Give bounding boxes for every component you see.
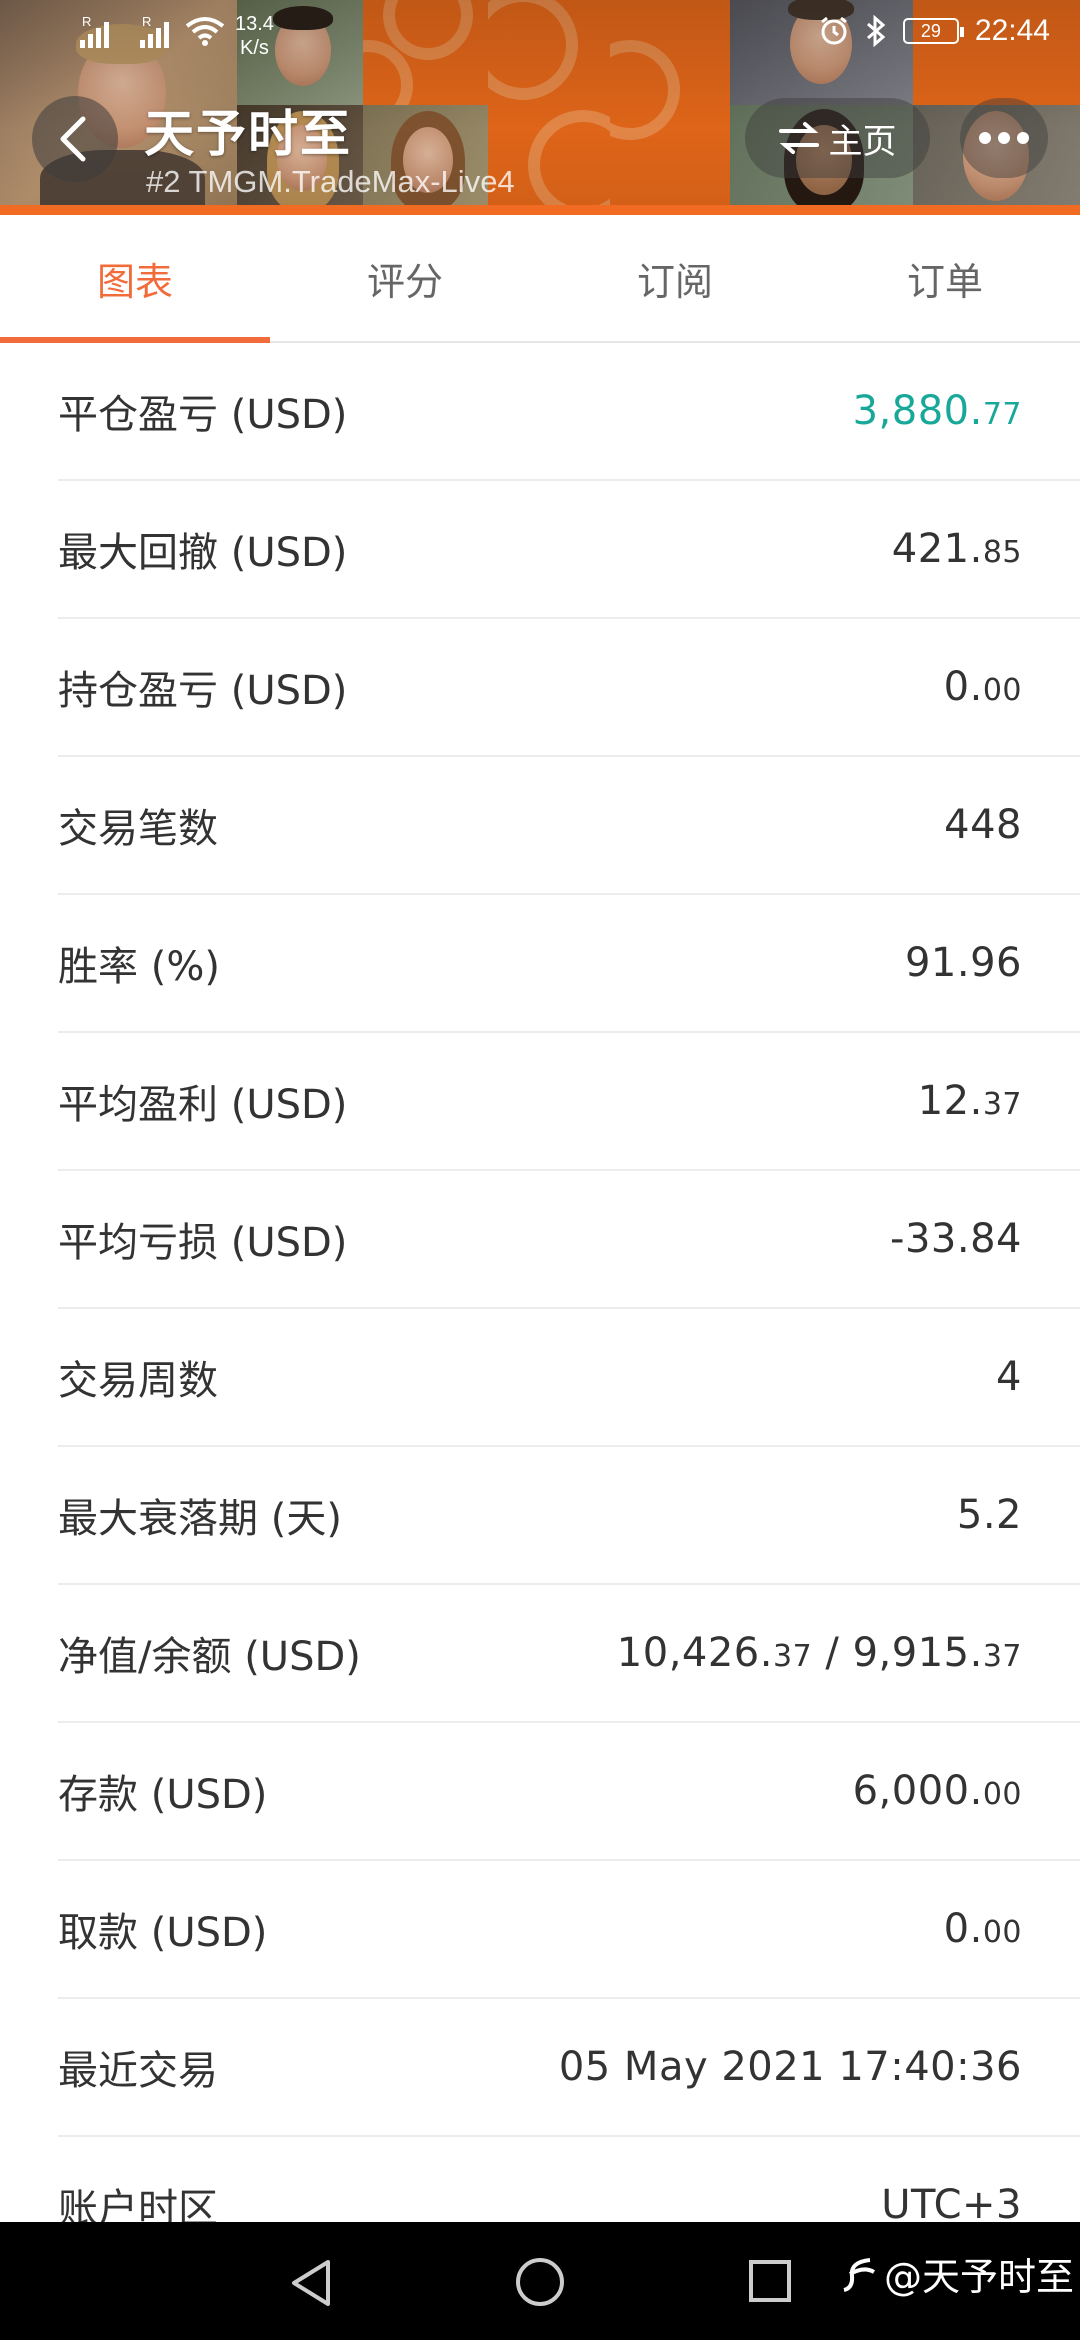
wifi-icon bbox=[185, 17, 225, 46]
stat-row-win-rate: 胜率 (%) 91.96 bbox=[58, 895, 1080, 1033]
stat-label: 最近交易 bbox=[58, 2048, 218, 2094]
cell-signal-icon: R bbox=[140, 14, 169, 48]
tab-chart[interactable]: 图表 bbox=[0, 215, 270, 343]
stat-value: 12.37 bbox=[917, 1078, 1022, 1124]
stat-row-closed-pnl: 平仓盈亏 (USD) 3,880.77 bbox=[58, 343, 1080, 481]
stat-value: 6,000.00 bbox=[852, 1768, 1022, 1814]
stat-label: 胜率 (%) bbox=[58, 944, 220, 990]
stat-label: 交易笔数 bbox=[58, 806, 218, 852]
stat-row-trade-count: 交易笔数 448 bbox=[58, 757, 1080, 895]
stat-row-open-pnl: 持仓盈亏 (USD) 0.00 bbox=[58, 619, 1080, 757]
stat-value: 448 bbox=[944, 802, 1022, 848]
page-title: 天予时至 bbox=[144, 105, 352, 163]
alarm-icon bbox=[820, 16, 847, 45]
tab-bar: 图表 评分 订阅 订单 bbox=[0, 215, 1080, 343]
more-options-button[interactable] bbox=[960, 98, 1048, 178]
back-arrow-icon bbox=[60, 116, 86, 162]
platform-logo-icon bbox=[843, 2257, 876, 2292]
stat-row-withdrawal: 取款 (USD) 0.00 bbox=[58, 1861, 1080, 1999]
stat-value: 5.2 bbox=[956, 1492, 1022, 1538]
stat-label: 平均亏损 (USD) bbox=[58, 1220, 348, 1266]
nav-recents-icon[interactable] bbox=[749, 2260, 791, 2302]
account-subtitle: #2 TMGM.TradeMax-Live4 bbox=[146, 164, 515, 199]
stat-label: 最大衰落期 (天) bbox=[58, 1496, 342, 1542]
stat-row-deposit: 存款 (USD) 6,000.00 bbox=[58, 1723, 1080, 1861]
system-navigation-bar: @天予时至 bbox=[0, 2222, 1080, 2340]
stat-label: 平均盈利 (USD) bbox=[58, 1082, 348, 1128]
nav-back-icon[interactable] bbox=[288, 2258, 334, 2308]
stat-row-last-trade: 最近交易 05 May 2021 17:40:36 bbox=[58, 1999, 1080, 2137]
stat-label: 平仓盈亏 (USD) bbox=[58, 392, 348, 438]
stat-value: 91.96 bbox=[904, 940, 1022, 986]
status-bar: R R 13.4 K/s 29 22:44 bbox=[0, 0, 1080, 70]
tab-subscribe[interactable]: 订阅 bbox=[540, 215, 810, 341]
tab-rating[interactable]: 评分 bbox=[270, 215, 540, 341]
stat-row-max-drawdown: 最大回撤 (USD) 421.85 bbox=[58, 481, 1080, 619]
stat-value: 3,880.77 bbox=[852, 388, 1022, 434]
stat-value: 4 bbox=[996, 1354, 1022, 1400]
stat-row-avg-loss: 平均亏损 (USD) -33.84 bbox=[58, 1171, 1080, 1309]
back-button[interactable] bbox=[32, 96, 118, 182]
stat-value: 10,426.37 / 9,915.37 bbox=[616, 1630, 1022, 1676]
stat-value: 0.00 bbox=[943, 664, 1022, 710]
switch-icon bbox=[778, 122, 819, 154]
nav-home-icon[interactable] bbox=[516, 2258, 564, 2306]
stat-row-max-decline-period: 最大衰落期 (天) 5.2 bbox=[58, 1447, 1080, 1585]
stat-row-trading-weeks: 交易周数 4 bbox=[58, 1309, 1080, 1447]
cell-signal-icon: R bbox=[80, 14, 109, 48]
battery-indicator: 29 bbox=[902, 18, 964, 44]
stat-label: 净值/余额 (USD) bbox=[58, 1634, 361, 1680]
stat-row-equity-balance: 净值/余额 (USD) 10,426.37 / 9,915.37 bbox=[58, 1585, 1080, 1723]
tab-orders[interactable]: 订单 bbox=[810, 215, 1080, 341]
watermark: @天予时至 bbox=[840, 2246, 1074, 2301]
clock: 22:44 bbox=[974, 14, 1050, 47]
stat-value: -33.84 bbox=[890, 1216, 1022, 1262]
home-button[interactable]: 主页 bbox=[745, 98, 930, 178]
stat-value: 0.00 bbox=[943, 1906, 1022, 1952]
profile-header: R R 13.4 K/s 29 22:44 天予时至 #2 TMGM.Trade… bbox=[0, 0, 1080, 215]
network-speed: 13.4 K/s bbox=[235, 13, 274, 59]
stat-label: 最大回撤 (USD) bbox=[58, 530, 348, 576]
stat-value: 421.85 bbox=[891, 526, 1022, 572]
header-accent-strip bbox=[0, 205, 1080, 215]
bluetooth-icon bbox=[866, 15, 886, 47]
stat-label: 交易周数 bbox=[58, 1358, 218, 1404]
home-button-label: 主页 bbox=[828, 121, 897, 162]
stats-list: 平仓盈亏 (USD) 3,880.77 最大回撤 (USD) 421.85 持仓… bbox=[0, 343, 1080, 2275]
stat-value: 05 May 2021 17:40:36 bbox=[558, 2044, 1022, 2090]
stat-label: 持仓盈亏 (USD) bbox=[58, 668, 348, 714]
stat-label: 取款 (USD) bbox=[58, 1910, 268, 1956]
stat-label: 存款 (USD) bbox=[58, 1772, 268, 1818]
stat-row-avg-profit: 平均盈利 (USD) 12.37 bbox=[58, 1033, 1080, 1171]
